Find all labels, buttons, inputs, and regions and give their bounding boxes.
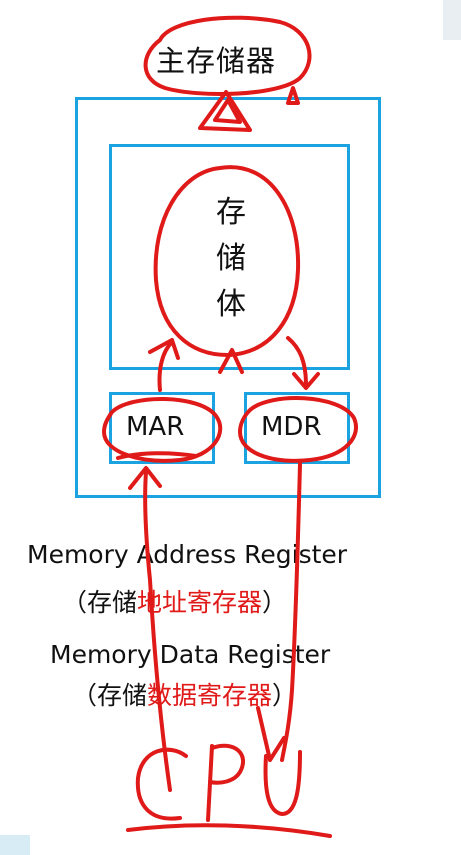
mdr-cn-prefix: （存储 — [72, 681, 148, 710]
cpu-letter-u — [263, 750, 302, 816]
mar-full-name: Memory Address Register — [27, 540, 348, 569]
mdr-label: MDR — [261, 412, 322, 442]
storage-body-label: 存 储 体 — [214, 190, 248, 328]
cpu-letter-p-bowl — [208, 743, 246, 785]
mdr-cn-suffix: ） — [272, 681, 298, 710]
cpu-to-mar-arrow — [143, 470, 172, 792]
storage-body-char: 体 — [216, 287, 246, 322]
mdr-to-cpu-arrowhead — [256, 706, 286, 762]
mdr-cn-highlight: 数据寄存器 — [147, 681, 273, 710]
memory-diagram: 主存储器 存 储 体 MAR MDR Memory Address Regist… — [0, 0, 461, 855]
mar-cn-suffix: ） — [262, 588, 288, 617]
mar-chinese-name: （存储地址寄存器） — [62, 583, 287, 619]
cpu-letter-c — [135, 747, 188, 821]
storage-body-char: 储 — [216, 241, 246, 276]
mar-label: MAR — [126, 412, 185, 442]
mar-cn-prefix: （存储 — [62, 588, 138, 617]
mdr-chinese-name: （存储数据寄存器） — [72, 676, 297, 712]
storage-body-char: 存 — [216, 195, 246, 230]
mar-cn-highlight: 地址寄存器 — [137, 588, 263, 617]
main-memory-label: 主存储器 — [156, 44, 277, 78]
cpu-letter-p-stem — [206, 744, 214, 822]
bottom-corner-tab — [0, 835, 30, 855]
window-edge — [443, 0, 461, 40]
cpu-underline — [126, 823, 332, 838]
mdr-full-name: Memory Data Register — [50, 640, 331, 669]
